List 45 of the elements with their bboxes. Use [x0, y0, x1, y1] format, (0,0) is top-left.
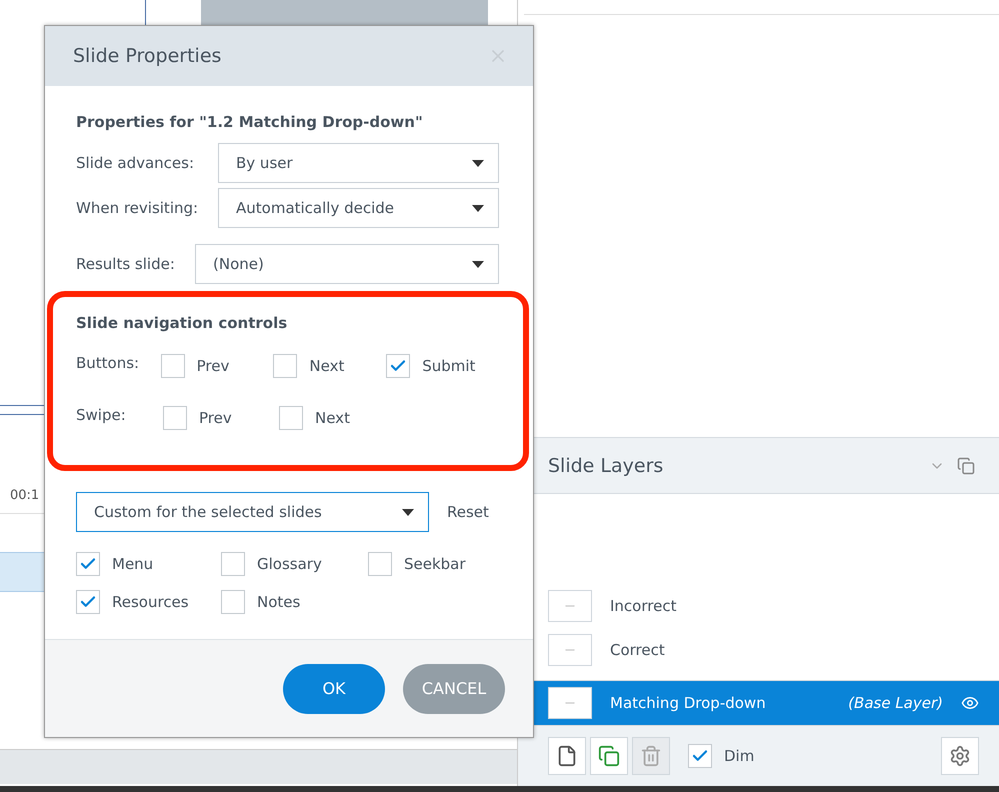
new-layer-button[interactable]: [548, 737, 586, 775]
window-icon[interactable]: [957, 456, 975, 474]
layer-tag: (Base Layer): [848, 694, 943, 712]
settings-button[interactable]: [941, 737, 979, 775]
row-label: Buttons:: [76, 354, 140, 372]
field-label: Results slide:: [76, 255, 175, 273]
dropdown[interactable]: (None): [195, 244, 499, 284]
layer-thumbnail: [548, 634, 592, 666]
caret-icon: [472, 260, 484, 268]
field-label: Slide advances:: [76, 154, 194, 172]
checkbox[interactable]: Dim: [688, 744, 754, 768]
checkbox[interactable]: Glossary: [221, 552, 368, 576]
checkbox[interactable]: Prev: [160, 354, 274, 378]
checkbox[interactable]: Notes: [221, 590, 368, 614]
duplicate-layer-button[interactable]: [590, 737, 628, 775]
caret-icon: [402, 508, 414, 516]
checkbox[interactable]: Next: [279, 406, 395, 430]
dialog-title: Slide Properties: [73, 45, 222, 67]
field-label: When revisiting:: [76, 199, 198, 217]
checkbox[interactable]: Menu: [76, 552, 221, 576]
dropdown[interactable]: Automatically decide: [218, 188, 499, 228]
ok-button[interactable]: OK: [283, 664, 385, 714]
row-label: Swipe:: [76, 406, 127, 424]
delete-layer-button[interactable]: [632, 737, 670, 775]
gear-icon: [949, 745, 971, 767]
layer-thumbnail: [548, 590, 592, 622]
checkbox[interactable]: Prev: [163, 406, 279, 430]
checkbox[interactable]: Submit: [386, 354, 499, 378]
layer-thumbnail: [548, 687, 592, 719]
timeline-time: 00:1: [10, 488, 40, 502]
checkbox[interactable]: Seekbar: [368, 552, 488, 576]
eye-icon[interactable]: [961, 694, 979, 712]
caret-icon: [472, 160, 484, 166]
copy-icon: [598, 745, 620, 767]
trash-icon: [640, 745, 662, 767]
page-icon: [556, 745, 578, 767]
reset-button[interactable]: Reset: [439, 499, 497, 525]
section-heading: Slide navigation controls: [76, 314, 288, 332]
section-heading: Properties for "1.2 Matching Drop-down": [76, 113, 424, 131]
panel-title: Slide Layers: [548, 454, 664, 476]
dropdown[interactable]: Custom for the selected slides: [76, 492, 429, 532]
dropdown[interactable]: By user: [218, 143, 499, 183]
checkbox[interactable]: Resources: [76, 590, 221, 614]
checkbox[interactable]: Next: [273, 354, 386, 378]
caret-icon: [472, 204, 484, 212]
